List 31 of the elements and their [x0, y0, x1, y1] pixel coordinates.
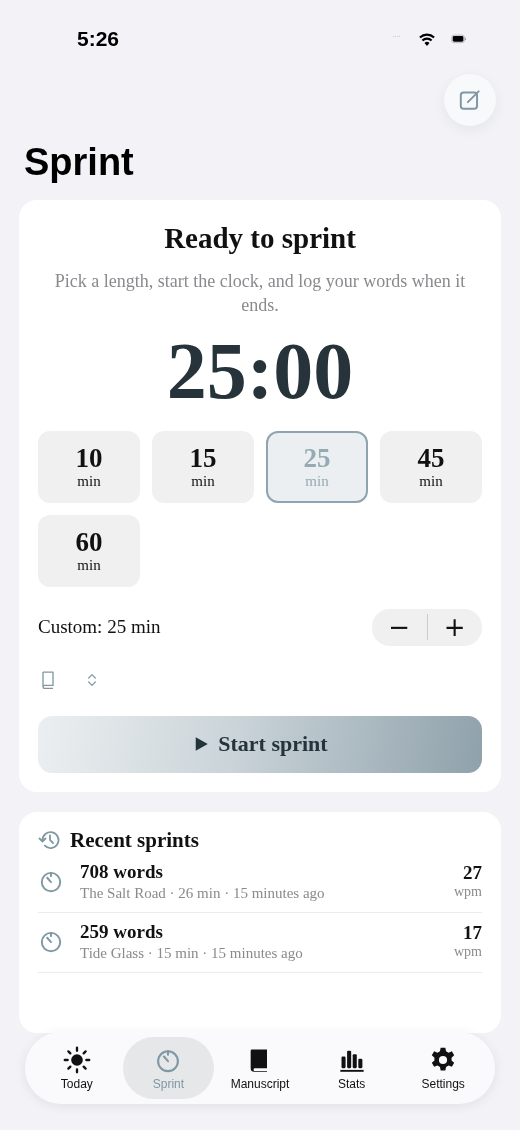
page-title: Sprint	[24, 142, 135, 184]
card-subtitle: Pick a length, start the clock, and log your words when it ends.	[53, 269, 467, 317]
timer-display: 25:00	[165, 325, 355, 417]
sprint-row[interactable]: 259 words Tide Glass · 15 min · 15 minutes ago 17 wpm	[38, 912, 482, 973]
tab[interactable]: Today	[31, 1037, 123, 1099]
word-count: 708 words	[80, 860, 164, 883]
sprint-detail: Tide Glass · 15 min · 15 minutes ago	[80, 944, 304, 962]
compose-icon	[457, 87, 483, 113]
wpm-unit: wpm	[454, 944, 482, 961]
duration-option[interactable]: 10 min	[38, 430, 140, 503]
card-heading: Ready to sprint	[163, 221, 357, 255]
wpm-value: 27	[463, 862, 482, 885]
duration-option[interactable]: 45 min	[380, 430, 482, 503]
custom-duration-label: Custom: 25 min	[38, 616, 161, 639]
sprint-detail: The Salt Road · 26 min · 15 minutes ago	[80, 884, 326, 902]
duration-option[interactable]: 60 min	[38, 514, 140, 587]
section-heading: Recent sprints	[70, 827, 199, 853]
tab[interactable]: Settings	[397, 1037, 489, 1099]
tab[interactable]: Stats	[305, 1037, 398, 1099]
duration-option[interactable]: 15 min	[152, 430, 254, 503]
sun-icon	[62, 1045, 91, 1074]
status-time: 5:26	[77, 27, 120, 51]
compose-button[interactable]	[444, 74, 496, 126]
tab[interactable]: Manuscript	[214, 1037, 306, 1099]
increment-button[interactable]: +	[427, 608, 482, 646]
start-sprint-button[interactable]: Start sprint	[38, 715, 482, 773]
sprint-row[interactable]: 708 words The Salt Road · 26 min · 15 minutes ago 27 wpm	[38, 852, 482, 913]
word-count: 259 words	[80, 920, 164, 943]
wpm-value: 17	[463, 922, 482, 945]
wpm-unit: wpm	[454, 884, 482, 901]
decrement-button[interactable]: −	[372, 608, 427, 646]
